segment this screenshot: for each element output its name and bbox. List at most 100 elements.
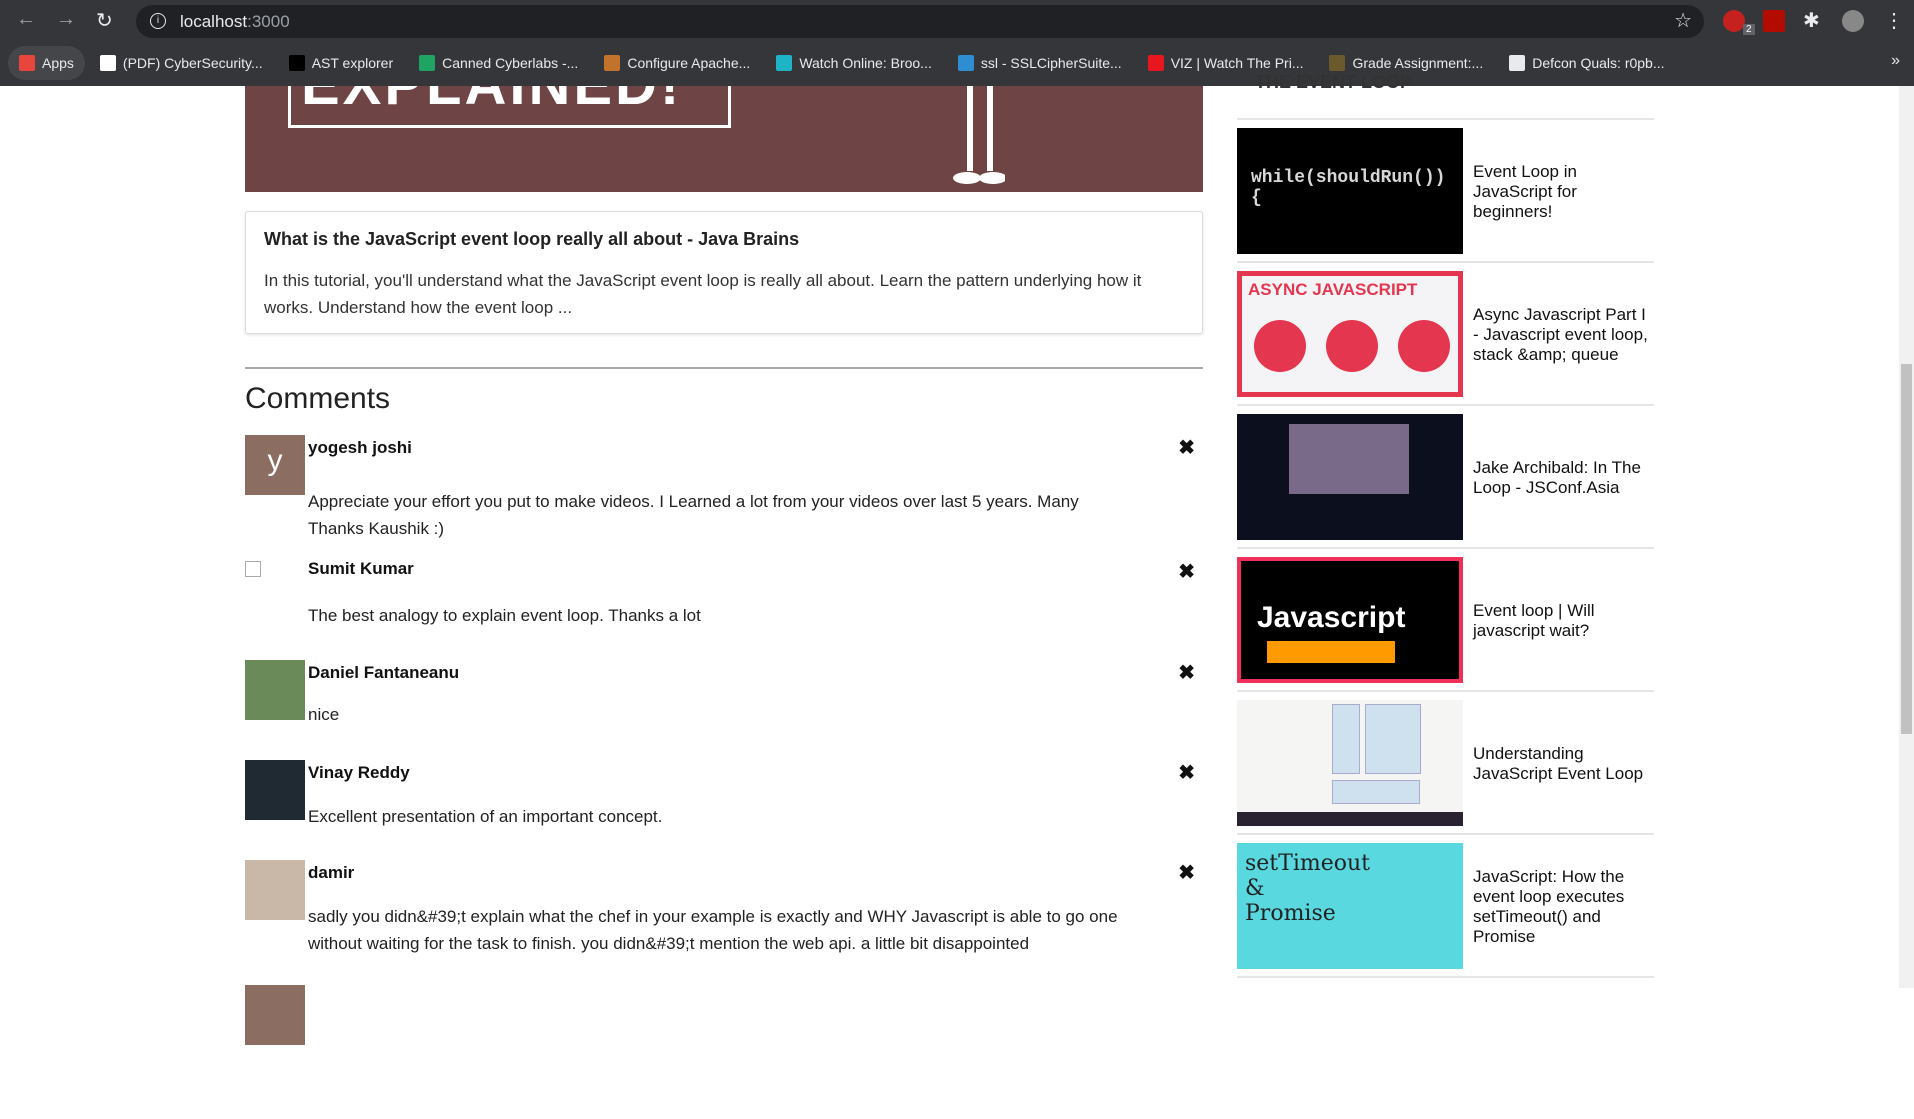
partial-thumbnail-caption: THE EVENT LOOP xyxy=(1255,72,1413,92)
bookmark-item[interactable]: Defcon Quals: r0pb... xyxy=(1498,46,1675,80)
bookmark-item[interactable]: Canned Cyberlabs -... xyxy=(408,46,589,80)
bookmark-item[interactable]: ssl - SSLCipherSuite... xyxy=(947,46,1133,80)
bookmark-item[interactable]: Apps xyxy=(8,46,85,80)
related-video-item[interactable]: setTimeout & Promise JavaScript: How the … xyxy=(1237,833,1654,976)
forward-icon[interactable]: → xyxy=(56,8,76,31)
comment-author: Daniel Fantaneanu xyxy=(308,663,460,682)
video-description: In this tutorial, you'll understand what… xyxy=(264,271,1142,317)
video-thumbnail[interactable] xyxy=(1237,414,1463,540)
extensions-puzzle-icon[interactable]: ✱ xyxy=(1803,8,1820,33)
comment-text: Excellent presentation of an important c… xyxy=(308,807,663,826)
video-title: What is the JavaScript event loop really… xyxy=(264,229,800,249)
avatar xyxy=(245,860,305,920)
avatar: y xyxy=(245,435,305,495)
related-video-item[interactable]: Understanding JavaScript Event Loop xyxy=(1237,690,1654,833)
bookmark-label: Grade Assignment:... xyxy=(1352,55,1484,71)
stage-screen xyxy=(1289,424,1409,494)
broken-avatar-image xyxy=(245,561,261,577)
url-port: :3000 xyxy=(247,12,290,31)
bookmark-item[interactable]: Configure Apache... xyxy=(593,46,761,80)
comment-text: The best analogy to explain event loop. … xyxy=(308,606,701,625)
related-video-title[interactable]: Jake Archibald: In The Loop - JSConf.Asi… xyxy=(1473,406,1651,549)
info-icon[interactable]: i xyxy=(150,13,166,29)
related-video-item[interactable]: while(shouldRun()) { Event Loop in JavaSc… xyxy=(1237,118,1654,261)
scrollbar-thumb[interactable] xyxy=(1901,364,1912,734)
bookmark-item[interactable]: AST explorer xyxy=(278,46,404,80)
related-video-item[interactable]: Jake Archibald: In The Loop - JSConf.Asi… xyxy=(1237,404,1654,547)
thumbnail-circle xyxy=(1326,320,1378,372)
bookmark-favicon-icon xyxy=(1509,55,1526,71)
bookmark-label: Watch Online: Broo... xyxy=(799,55,932,71)
related-video-title[interactable]: Event Loop in JavaScript for beginners! xyxy=(1473,120,1651,263)
thumbnail-text: setTimeout & Promise xyxy=(1245,851,1370,926)
hero-text: EXPLAINED! xyxy=(288,86,731,128)
video-thumbnail[interactable]: Javascript xyxy=(1237,557,1463,683)
adblock-extension-icon[interactable] xyxy=(1723,10,1745,32)
thumbnail-circle xyxy=(1398,320,1450,372)
cartoon-legs-illustration xyxy=(953,86,1005,184)
pdf-extension-icon[interactable] xyxy=(1763,10,1785,32)
comment-author: Vinay Reddy xyxy=(308,763,410,782)
url-host: localhost xyxy=(180,12,248,31)
extension-badge: 2 xyxy=(1743,24,1755,35)
scrollbar[interactable] xyxy=(1899,86,1914,988)
thumbnail-text: while(shouldRun()) { xyxy=(1251,168,1446,208)
bookmark-favicon-icon xyxy=(99,55,116,71)
bookmark-favicon-icon xyxy=(419,55,436,71)
bookmark-favicon-icon xyxy=(957,55,974,71)
delete-comment-icon[interactable]: ✖ xyxy=(1178,760,1195,785)
video-info-card: What is the JavaScript event loop really… xyxy=(245,211,1203,334)
bookmark-item[interactable]: (PDF) CyberSecurity... xyxy=(89,46,274,80)
bookmark-label: Defcon Quals: r0pb... xyxy=(1532,55,1665,71)
comments-heading: Comments xyxy=(245,382,391,415)
related-video-title[interactable]: Event loop | Will javascript wait? xyxy=(1473,549,1651,692)
related-video-item[interactable] xyxy=(1237,976,1654,1119)
comment-author: yogesh joshi xyxy=(308,438,412,457)
video-thumbnail[interactable]: ASYNC JAVASCRIPT xyxy=(1237,271,1463,397)
bookmark-item[interactable]: Watch Online: Broo... xyxy=(765,46,943,80)
address-bar[interactable]: i localhost:3000 ☆ xyxy=(136,5,1704,38)
video-thumbnail[interactable]: setTimeout & Promise xyxy=(1237,843,1463,969)
comment-author: damir xyxy=(308,863,355,882)
avatar xyxy=(245,985,305,1045)
diagram-box xyxy=(1365,704,1421,774)
video-thumbnail[interactable] xyxy=(1237,700,1463,826)
related-video-title[interactable]: Async Javascript Part I - Javascript eve… xyxy=(1473,263,1651,406)
delete-comment-icon[interactable]: ✖ xyxy=(1178,435,1195,460)
profile-avatar[interactable] xyxy=(1842,10,1864,32)
avatar xyxy=(245,760,305,820)
browser-toolbar: ← → ↻ i localhost:3000 ☆ 2 ✱ ⋮ Apps (PDF)… xyxy=(0,0,1914,86)
bookmark-label: AST explorer xyxy=(311,55,394,71)
bookmark-star-icon[interactable]: ☆ xyxy=(1674,5,1692,38)
video-player[interactable]: EXPLAINED! xyxy=(245,86,1203,192)
more-bookmarks-icon[interactable]: » xyxy=(1891,52,1900,70)
thumbnail-banner xyxy=(1267,641,1395,663)
bookmark-favicon-icon xyxy=(19,55,35,71)
back-icon[interactable]: ← xyxy=(16,8,36,31)
related-video-item[interactable]: ASYNC JAVASCRIPT Async Javascript Part I … xyxy=(1237,261,1654,404)
diagram-box xyxy=(1332,704,1360,774)
related-video-title[interactable]: JavaScript: How the event loop executes … xyxy=(1473,835,1651,978)
divider xyxy=(245,367,1203,369)
delete-comment-icon[interactable]: ✖ xyxy=(1178,860,1195,885)
bookmark-favicon-icon xyxy=(1147,55,1164,71)
diagram-box xyxy=(1332,780,1420,804)
comment-text: sadly you didn&#39;t explain what the ch… xyxy=(308,907,1118,953)
bookmark-label: Canned Cyberlabs -... xyxy=(442,55,579,71)
menu-icon[interactable]: ⋮ xyxy=(1884,8,1904,33)
delete-comment-icon[interactable]: ✖ xyxy=(1178,660,1195,685)
avatar xyxy=(245,660,305,720)
delete-comment-icon[interactable]: ✖ xyxy=(1178,559,1195,584)
bookmark-favicon-icon xyxy=(288,55,305,71)
comment-author: Sumit Kumar xyxy=(308,559,414,578)
bookmark-label: VIZ | Watch The Pri... xyxy=(1170,55,1304,71)
thumbnail-circle xyxy=(1254,320,1306,372)
reload-icon[interactable]: ↻ xyxy=(96,8,113,33)
related-video-item[interactable]: Javascript Event loop | Will javascript w… xyxy=(1237,547,1654,690)
related-video-title[interactable]: Understanding JavaScript Event Loop xyxy=(1473,692,1651,835)
comment-text: Appreciate your effort you put to make v… xyxy=(308,492,1079,538)
comment-text: nice xyxy=(308,705,340,724)
video-thumbnail[interactable]: while(shouldRun()) { xyxy=(1237,128,1463,254)
thumbnail-text: ASYNC JAVASCRIPT xyxy=(1248,280,1418,299)
bookmarks-bar: Apps (PDF) CyberSecurity... AST explorer Ca… xyxy=(8,46,1676,80)
